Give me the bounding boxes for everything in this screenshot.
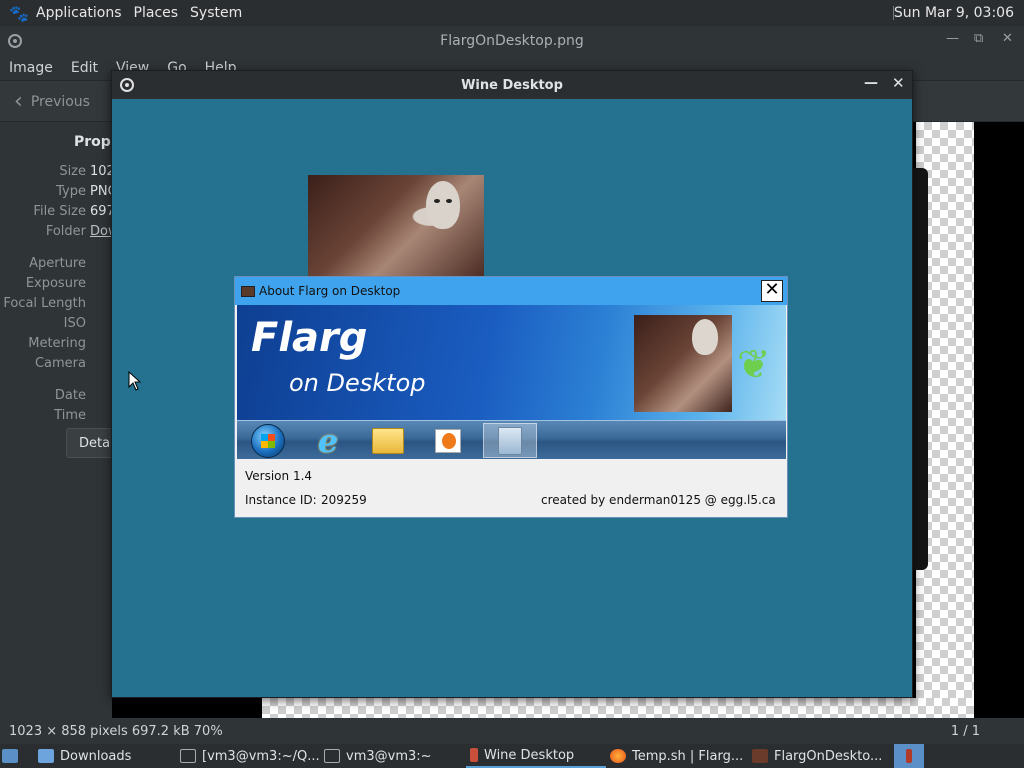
flarg-sprite-image[interactable]: [308, 175, 484, 279]
mouse-cursor-icon: [128, 371, 142, 391]
task-firefox[interactable]: Temp.sh | Flarg...: [610, 744, 743, 768]
system-menu-label: System: [190, 5, 243, 21]
about-close-button[interactable]: ✕: [761, 280, 783, 302]
image-edge: [912, 168, 928, 570]
menu-image[interactable]: Image: [0, 60, 62, 76]
task-terminal-1[interactable]: [vm3@vm3:~/Q...: [180, 744, 320, 768]
previous-button[interactable]: ‹ Previous: [14, 89, 90, 114]
folder-link-text[interactable]: Downloads: [90, 224, 112, 239]
close-icon[interactable]: ✕: [1002, 31, 1013, 46]
internet-explorer-icon: e: [317, 421, 339, 460]
previous-button-label: Previous: [30, 93, 90, 110]
task-downloads[interactable]: Downloads: [38, 744, 131, 768]
credit-text: created by enderman0125 @ egg.l5.ca: [541, 493, 776, 507]
firefox-icon: [610, 749, 626, 763]
folder-icon: [38, 749, 54, 763]
camera-label: Camera: [34, 356, 86, 371]
focal-length-label: Focal Length: [3, 296, 86, 311]
image-viewer-title: FlargOnDesktop.png: [440, 33, 584, 49]
terminal-icon: [324, 749, 340, 763]
chevron-left-icon: ‹: [14, 89, 23, 114]
about-title: About Flarg on Desktop: [259, 284, 401, 298]
wine-titlebar: Wine Desktop — ✕: [112, 71, 912, 99]
top-panel: 🐾 Applications Places System Sun Mar 9, …: [0, 0, 1024, 26]
task-downloads-label: Downloads: [60, 748, 132, 764]
instance-id-label: Instance ID:: [245, 493, 317, 507]
minimize-icon[interactable]: —: [864, 75, 878, 91]
image-viewer-titlebar: FlargOnDesktop.png — ⧉ ✕: [0, 26, 1024, 56]
folder-label: Folder: [45, 224, 86, 239]
task-firefox-label: Temp.sh | Flarg...: [632, 748, 744, 764]
close-icon[interactable]: ✕: [892, 74, 905, 92]
window-menu-icon[interactable]: [120, 78, 134, 92]
maximize-icon[interactable]: ⧉: [974, 31, 983, 46]
image-info: 1023 × 858 pixels 697.2 kB 70%: [9, 723, 223, 739]
media-player-icon: [421, 423, 475, 458]
size-value: 1023: [90, 164, 112, 179]
about-banner: Flarg on Desktop ❦: [237, 305, 786, 420]
flarg-face: [426, 181, 460, 229]
image-icon: [752, 749, 768, 763]
task-terminal-1-label: [vm3@vm3:~/Q...: [202, 748, 320, 764]
applications-menu-label: Applications: [36, 5, 122, 21]
task-image-viewer-label: FlargOnDeskto...: [774, 748, 883, 764]
folder-icon: [361, 423, 415, 458]
aperture-label: Aperture: [29, 256, 86, 271]
file-size-value: 697: [90, 204, 112, 219]
flarg-face: [692, 319, 718, 355]
status-bar: 1023 × 858 pixels 697.2 kB 70% 1 / 1: [0, 718, 1024, 744]
exposure-label: Exposure: [25, 276, 86, 291]
applications-menu[interactable]: Applications: [30, 0, 128, 26]
task-terminal-2[interactable]: vm3@vm3:~: [324, 744, 432, 768]
time-label: Time: [54, 408, 86, 423]
image-counter: 1 / 1: [950, 723, 980, 739]
type-label: Type: [56, 184, 86, 199]
transparency-checkerboard-bottom: [262, 698, 974, 718]
minimize-icon[interactable]: —: [946, 31, 959, 46]
system-menu[interactable]: System: [184, 0, 248, 26]
places-menu[interactable]: Places: [128, 0, 185, 26]
wine-icon: [470, 748, 478, 762]
type-value: PNG: [90, 184, 112, 199]
leaf-icon: ❦: [737, 342, 771, 388]
app-icon: [241, 285, 255, 297]
show-desktop-icon: [2, 749, 18, 763]
places-menu-label: Places: [133, 5, 179, 21]
brand-subtitle: on Desktop: [289, 369, 426, 397]
bottom-taskbar: Downloads [vm3@vm3:~/Q... vm3@vm3:~ Wine…: [0, 744, 1024, 768]
about-titlebar: About Flarg on Desktop ✕: [235, 277, 787, 305]
show-desktop-button[interactable]: [2, 744, 18, 768]
metering-label: Metering: [28, 336, 86, 351]
folder-link[interactable]: Downloads: [90, 224, 112, 239]
about-icon-strip: e: [237, 420, 786, 460]
task-terminal-2-label: vm3@vm3:~: [346, 748, 432, 764]
task-wine-desktop[interactable]: Wine Desktop: [466, 744, 606, 768]
file-size-label: File Size: [33, 204, 86, 219]
flarg-banner-image: [634, 315, 732, 412]
menu-edit[interactable]: Edit: [62, 60, 107, 76]
instance-id-value: 209259: [321, 493, 367, 507]
brand-title: Flarg: [251, 315, 368, 361]
task-wine-desktop-label: Wine Desktop: [484, 747, 575, 763]
gnome-foot-icon[interactable]: 🐾: [8, 3, 30, 23]
notes-icon: [483, 423, 537, 458]
version-text: Version 1.4: [245, 469, 313, 483]
date-label: Date: [54, 388, 86, 403]
task-image-viewer[interactable]: FlargOnDeskto...: [752, 744, 882, 768]
properties-sidebar: Properties Size 1023 Type PNG File Size …: [0, 122, 157, 718]
start-orb-icon: [241, 423, 295, 458]
about-dialog: About Flarg on Desktop ✕ Flarg on Deskto…: [234, 276, 788, 518]
wine-tray-icon: [906, 749, 912, 763]
terminal-icon: [180, 749, 196, 763]
tray-wine-icon[interactable]: [894, 744, 924, 768]
size-label: Size: [59, 164, 86, 179]
wine-window-title: Wine Desktop: [461, 77, 563, 93]
iso-label: ISO: [63, 316, 86, 331]
clock[interactable]: Sun Mar 9, 03:06: [894, 0, 1014, 26]
